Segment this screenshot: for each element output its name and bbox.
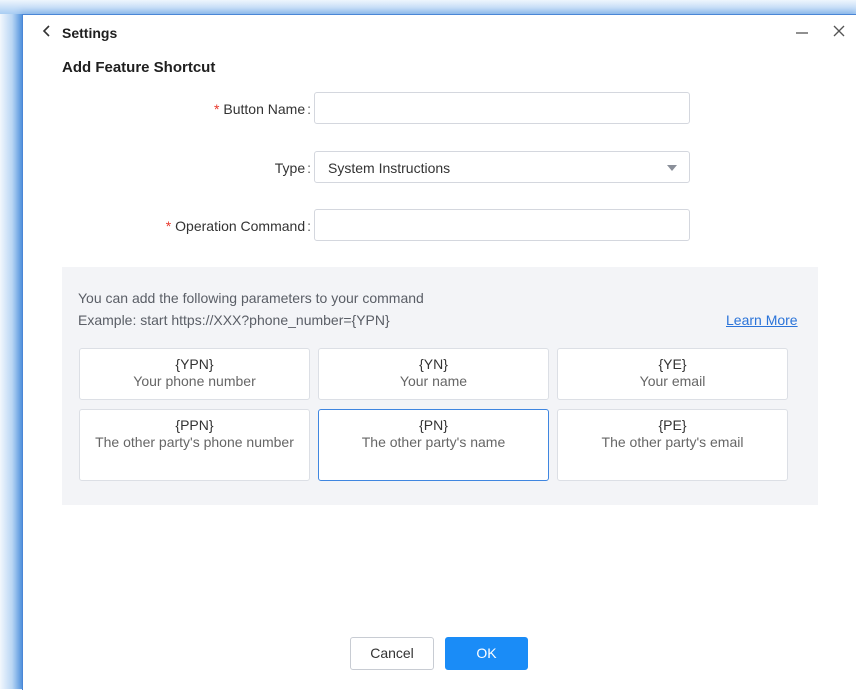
param-code: {PN} (419, 417, 448, 433)
param-desc: Your phone number (133, 373, 256, 389)
param-card-pe[interactable]: {PE} The other party's email (557, 409, 788, 481)
button-name-label-text: Button Name (223, 101, 306, 117)
type-select-value: System Instructions (328, 160, 451, 176)
desktop-background-top (0, 0, 856, 14)
button-name-label: * Button Name: (214, 101, 311, 117)
minimize-icon[interactable] (795, 25, 809, 39)
param-desc: Your name (399, 373, 468, 389)
window-title: Settings (62, 25, 118, 41)
close-icon[interactable] (832, 24, 846, 38)
param-card-ypn[interactable]: {YPN} Your phone number (79, 348, 310, 400)
parameters-panel: You can add the following parameters to … (62, 267, 818, 505)
title-bar: Settings (23, 15, 856, 49)
chevron-left-icon[interactable] (39, 23, 55, 39)
colon: : (307, 218, 311, 234)
required-marker: * (213, 101, 220, 117)
param-card-ppn[interactable]: {PPN} The other party's phone number (79, 409, 310, 481)
caret-down-icon (667, 165, 677, 171)
type-label-text: Type (274, 160, 306, 176)
param-desc: The other party's phone number (95, 434, 294, 450)
param-code: {YE} (658, 356, 687, 372)
param-card-ye[interactable]: {YE} Your email (557, 348, 788, 400)
parameters-intro: You can add the following parameters to … (78, 290, 424, 306)
param-desc: The other party's name (361, 434, 506, 450)
param-code: {YN} (419, 356, 448, 372)
param-card-pn[interactable]: {PN} The other party's name (318, 409, 549, 481)
type-label: Type: (275, 160, 311, 176)
param-card-yn[interactable]: {YN} Your name (318, 348, 549, 400)
param-code: {PE} (658, 417, 687, 433)
cancel-button[interactable]: Cancel (350, 637, 434, 670)
colon: : (307, 160, 311, 176)
operation-command-label-text: Operation Command (175, 218, 306, 234)
param-code: {YPN} (175, 356, 214, 372)
type-select[interactable]: System Instructions (314, 151, 690, 183)
desktop-background (0, 0, 22, 689)
required-marker: * (165, 218, 172, 234)
param-desc: Your email (639, 373, 706, 389)
settings-window: Settings Add Feature Shortcut * Button Na… (22, 14, 856, 690)
ok-button[interactable]: OK (445, 637, 528, 670)
operation-command-input[interactable] (314, 209, 690, 241)
colon: : (307, 101, 311, 117)
learn-more-link[interactable]: Learn More (726, 312, 798, 328)
parameters-example: Example: start https://XXX?phone_number=… (78, 312, 390, 328)
operation-command-label: * Operation Command: (166, 218, 311, 234)
page-title: Add Feature Shortcut (62, 59, 216, 76)
button-name-input[interactable] (314, 92, 690, 124)
param-desc: The other party's email (601, 434, 744, 450)
param-code: {PPN} (175, 417, 214, 433)
